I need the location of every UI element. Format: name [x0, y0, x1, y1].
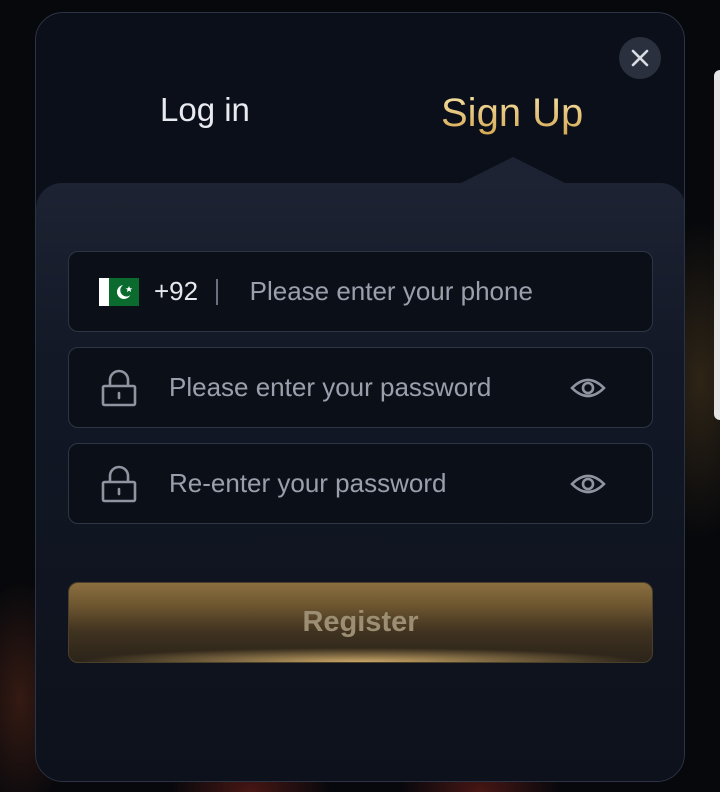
lock-icon	[101, 465, 137, 503]
signup-modal: Log in Sign Up +92 Please enter your pho…	[35, 12, 685, 782]
country-code-divider	[216, 278, 218, 305]
active-tab-pointer	[461, 157, 565, 183]
close-button[interactable]	[619, 37, 661, 79]
phone-field[interactable]: +92 Please enter your phone	[68, 251, 653, 332]
confirm-password-field[interactable]: Re-enter your password	[68, 443, 653, 524]
register-button[interactable]: Register	[68, 582, 653, 663]
country-code[interactable]: +92	[154, 276, 198, 307]
register-button-label: Register	[302, 606, 419, 638]
eye-icon[interactable]	[570, 374, 606, 402]
password-input-placeholder[interactable]: Please enter your password	[169, 372, 491, 403]
side-panel-handle[interactable]	[714, 70, 720, 420]
tab-signup[interactable]: Sign Up	[441, 91, 583, 136]
close-icon	[631, 49, 649, 67]
lock-icon	[101, 369, 137, 407]
tab-login[interactable]: Log in	[160, 91, 250, 129]
confirm-password-input-placeholder[interactable]: Re-enter your password	[169, 468, 446, 499]
password-field[interactable]: Please enter your password	[68, 347, 653, 428]
pakistan-flag-icon[interactable]	[99, 277, 139, 306]
phone-input-placeholder[interactable]: Please enter your phone	[250, 276, 533, 307]
eye-icon[interactable]	[570, 470, 606, 498]
